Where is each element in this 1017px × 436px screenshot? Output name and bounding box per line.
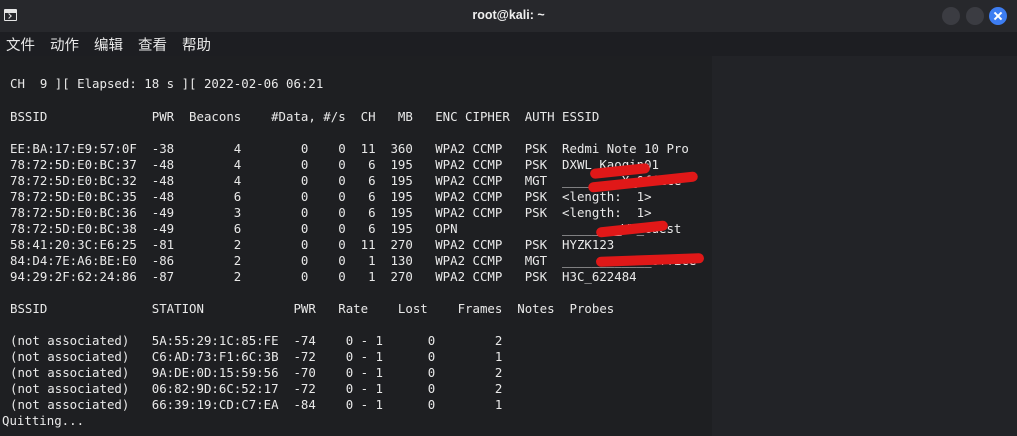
minimize-button[interactable] — [942, 7, 960, 25]
menu-view[interactable]: 查看 — [138, 34, 167, 55]
ap-row: 78:72:5D:E0:BC:35 -48 6 0 0 6 195 WPA2 C… — [10, 189, 652, 204]
station-table-header: BSSID STATION PWR Rate Lost Frames Notes… — [10, 301, 615, 316]
menu-bar: 文件 动作 编辑 查看 帮助 — [0, 32, 1017, 54]
ap-table-header: BSSID PWR Beacons #Data, #/s CH MB ENC C… — [10, 109, 600, 124]
ap-row: 94:29:2F:62:24:86 -87 2 0 0 1 270 WPA2 C… — [10, 269, 637, 284]
ap-row: 78:72:5D:E0:BC:32 -48 4 0 0 6 195 WPA2 C… — [10, 173, 682, 188]
title-bar: root@kali: ~ — [0, 0, 1017, 32]
ap-row: 84:D4:7E:A6:BE:E0 -86 2 0 0 1 130 WPA2 C… — [10, 253, 697, 268]
station-row: (not associated) C6:AD:73:F1:6C:3B -72 0… — [10, 349, 503, 364]
station-row: (not associated) 9A:DE:0D:15:59:56 -70 0… — [10, 365, 503, 380]
terminal-output[interactable]: CH 9 ][ Elapsed: 18 s ][ 2022-02-06 06:2… — [0, 56, 1017, 436]
background-window — [712, 56, 1017, 436]
close-button[interactable] — [989, 7, 1007, 25]
ap-row: 58:41:20:3C:E6:25 -81 2 0 0 11 270 WPA2 … — [10, 237, 615, 252]
status-line: CH 9 ][ Elapsed: 18 s ][ 2022-02-06 06:2… — [10, 76, 324, 91]
station-row: (not associated) 66:39:19:CD:C7:EA -84 0… — [10, 397, 503, 412]
ap-row: 78:72:5D:E0:BC:36 -49 3 0 0 6 195 WPA2 C… — [10, 205, 652, 220]
ap-row: 78:72:5D:E0:BC:37 -48 4 0 0 6 195 WPA2 C… — [10, 157, 660, 172]
maximize-button[interactable] — [966, 7, 984, 25]
menu-edit[interactable]: 编辑 — [94, 34, 123, 55]
quitting-line: Quitting... — [2, 413, 85, 428]
ap-row: EE:BA:17:E9:57:0F -38 4 0 0 11 360 WPA2 … — [10, 141, 689, 156]
menu-file[interactable]: 文件 — [6, 34, 35, 55]
ap-row: 78:72:5D:E0:BC:38 -49 6 0 0 6 195 OPN __… — [10, 221, 682, 236]
menu-action[interactable]: 动作 — [50, 34, 79, 55]
window-title: root@kali: ~ — [472, 8, 545, 22]
station-row: (not associated) 5A:55:29:1C:85:FE -74 0… — [10, 333, 503, 348]
menu-help[interactable]: 帮助 — [182, 34, 211, 55]
station-row: (not associated) 06:82:9D:6C:52:17 -72 0… — [10, 381, 503, 396]
